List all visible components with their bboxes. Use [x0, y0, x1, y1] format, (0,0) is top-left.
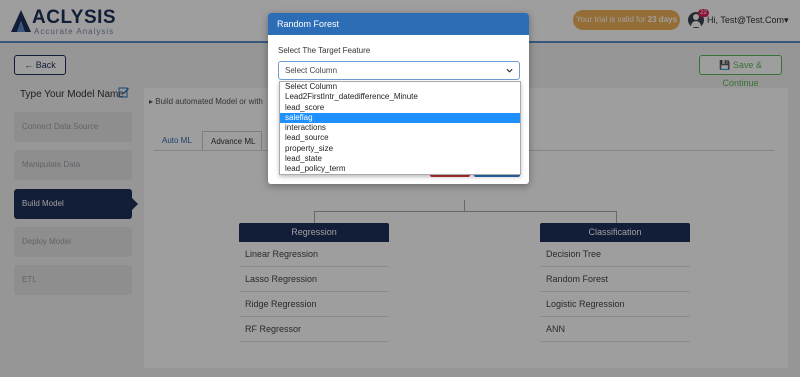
- target-column-select[interactable]: Select Column: [278, 61, 520, 80]
- option-item[interactable]: Lead2FirstIntr_datedifference_Minute: [280, 92, 520, 102]
- option-item[interactable]: interactions: [280, 123, 520, 133]
- option-item[interactable]: lead_state: [280, 154, 520, 164]
- target-feature-label: Select The Target Feature: [278, 46, 371, 55]
- option-item[interactable]: Select Column: [280, 82, 520, 92]
- option-item[interactable]: lead_score: [280, 103, 520, 113]
- option-item[interactable]: lead_policy_term: [280, 164, 520, 174]
- modal-title: Random Forest: [268, 13, 529, 35]
- option-item[interactable]: property_size: [280, 144, 520, 154]
- target-column-options: Select Column Lead2FirstIntr_datediffere…: [279, 81, 521, 175]
- option-item-highlighted[interactable]: saleflag: [280, 112, 520, 124]
- chevron-down-icon: [506, 68, 513, 73]
- select-value: Select Column: [285, 66, 338, 75]
- option-item[interactable]: lead_source: [280, 133, 520, 143]
